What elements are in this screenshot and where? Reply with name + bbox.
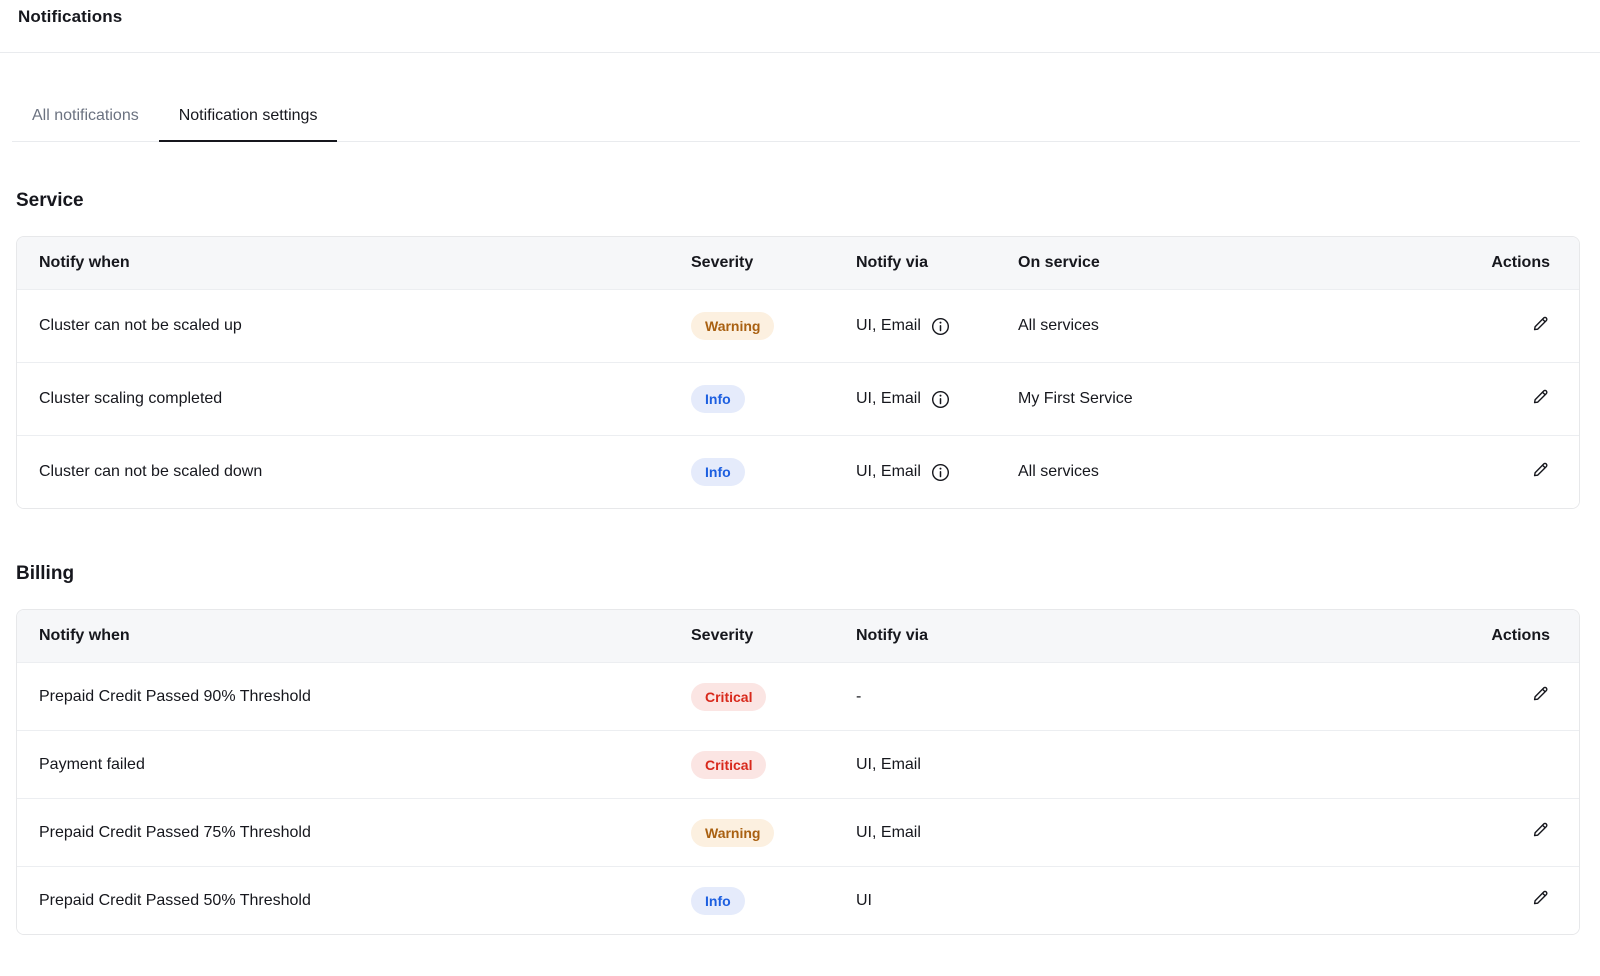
billing-notifications-table: Notify whenSeverityNotify viaActions Pre… (16, 609, 1580, 935)
severity-badge-info: Info (691, 385, 745, 413)
notify-via-cell: - (856, 688, 1485, 706)
severity-badge-warning: Warning (691, 819, 774, 847)
edit-button[interactable] (1530, 460, 1550, 483)
edit-button[interactable] (1530, 684, 1550, 707)
actions-cell (1485, 888, 1579, 913)
notify-via-cell: UI, Email (856, 390, 1018, 409)
notify-when-cell: Prepaid Credit Passed 50% Threshold (17, 892, 691, 910)
pencil-edit-icon (1530, 684, 1550, 707)
column-header-severity: Severity (691, 627, 856, 645)
column-header-on-service: On service (1018, 254, 1485, 272)
severity-cell: Warning (691, 819, 856, 847)
notify-via-cell: UI, Email (856, 756, 1485, 774)
edit-button[interactable] (1530, 888, 1550, 911)
pencil-edit-icon (1530, 387, 1550, 410)
info-icon[interactable] (931, 317, 950, 336)
severity-cell: Warning (691, 312, 856, 340)
notifications-page: Notifications All notifications Notifica… (0, 0, 1600, 976)
notify-via-value: UI, Email (856, 824, 921, 842)
notify-via-cell: UI, Email (856, 824, 1485, 842)
notify-via-cell: UI, Email (856, 463, 1018, 482)
table-row: Payment failedCritical UI, Email (17, 730, 1579, 798)
page-title: Notifications (18, 6, 1582, 28)
tab-bar: All notifications Notification settings (12, 95, 1580, 142)
table-header-row: Notify whenSeverityNotify viaActions (17, 610, 1579, 662)
severity-cell: Info (691, 887, 856, 915)
severity-badge-critical: Critical (691, 683, 766, 711)
notify-via-value: UI, Email (856, 463, 921, 481)
notify-via-value: UI, Email (856, 317, 921, 335)
severity-cell: Info (691, 458, 856, 486)
notify-when-cell: Prepaid Credit Passed 90% Threshold (17, 688, 691, 706)
notify-when-cell: Cluster can not be scaled up (17, 317, 691, 335)
severity-cell: Critical (691, 751, 856, 779)
on-service-cell: All services (1018, 317, 1485, 335)
table-row: Cluster can not be scaled downInfo UI, Em… (17, 435, 1579, 508)
actions-cell (1485, 314, 1579, 339)
actions-cell (1485, 387, 1579, 412)
edit-button[interactable] (1530, 387, 1550, 410)
section-title-service: Service (16, 189, 1600, 212)
notify-when-cell: Payment failed (17, 756, 691, 774)
info-icon[interactable] (931, 463, 950, 482)
edit-button[interactable] (1530, 820, 1550, 843)
notify-via-cell: UI (856, 892, 1485, 910)
tab-all-notifications[interactable]: All notifications (12, 95, 159, 142)
actions-cell (1485, 460, 1579, 485)
severity-badge-info: Info (691, 458, 745, 486)
on-service-cell: My First Service (1018, 390, 1485, 408)
table-row: Prepaid Credit Passed 50% ThresholdInfo U… (17, 866, 1579, 934)
column-header-actions: Actions (1485, 627, 1579, 645)
service-notifications-table: Notify whenSeverityNotify viaOn serviceA… (16, 236, 1580, 509)
column-header-actions: Actions (1485, 254, 1579, 272)
page-header: Notifications (0, 0, 1600, 53)
notify-via-value: UI, Email (856, 390, 921, 408)
table-row: Cluster scaling completedInfo UI, Email My… (17, 362, 1579, 435)
section-title-billing: Billing (16, 562, 1600, 585)
notify-when-cell: Prepaid Credit Passed 75% Threshold (17, 824, 691, 842)
table-row: Prepaid Credit Passed 90% ThresholdCriti… (17, 662, 1579, 730)
severity-cell: Info (691, 385, 856, 413)
notify-via-value: - (856, 688, 861, 706)
notify-when-cell: Cluster can not be scaled down (17, 463, 691, 481)
pencil-edit-icon (1530, 820, 1550, 843)
severity-badge-info: Info (691, 887, 745, 915)
notify-via-value: UI (856, 892, 872, 910)
column-header-notify-when: Notify when (17, 254, 691, 272)
section-service: Service Notify whenSeverityNotify viaOn … (0, 189, 1600, 509)
main-content: Service Notify whenSeverityNotify viaOn … (0, 189, 1600, 935)
column-header-severity: Severity (691, 254, 856, 272)
pencil-edit-icon (1530, 888, 1550, 911)
notify-via-cell: UI, Email (856, 317, 1018, 336)
table-row: Cluster can not be scaled upWarning UI, E… (17, 289, 1579, 362)
column-header-notify-via: Notify via (856, 254, 1018, 272)
pencil-edit-icon (1530, 314, 1550, 337)
severity-badge-warning: Warning (691, 312, 774, 340)
table-row: Prepaid Credit Passed 75% ThresholdWarni… (17, 798, 1579, 866)
actions-cell (1485, 684, 1579, 709)
notify-via-value: UI, Email (856, 756, 921, 774)
severity-badge-critical: Critical (691, 751, 766, 779)
info-icon[interactable] (931, 390, 950, 409)
notify-when-cell: Cluster scaling completed (17, 390, 691, 408)
pencil-edit-icon (1530, 460, 1550, 483)
on-service-cell: All services (1018, 463, 1485, 481)
section-billing: Billing Notify whenSeverityNotify viaAct… (0, 562, 1600, 935)
column-header-notify-via: Notify via (856, 627, 1485, 645)
tab-notification-settings[interactable]: Notification settings (159, 95, 338, 142)
column-header-notify-when: Notify when (17, 627, 691, 645)
severity-cell: Critical (691, 683, 856, 711)
table-header-row: Notify whenSeverityNotify viaOn serviceA… (17, 237, 1579, 289)
actions-cell (1485, 820, 1579, 845)
edit-button[interactable] (1530, 314, 1550, 337)
